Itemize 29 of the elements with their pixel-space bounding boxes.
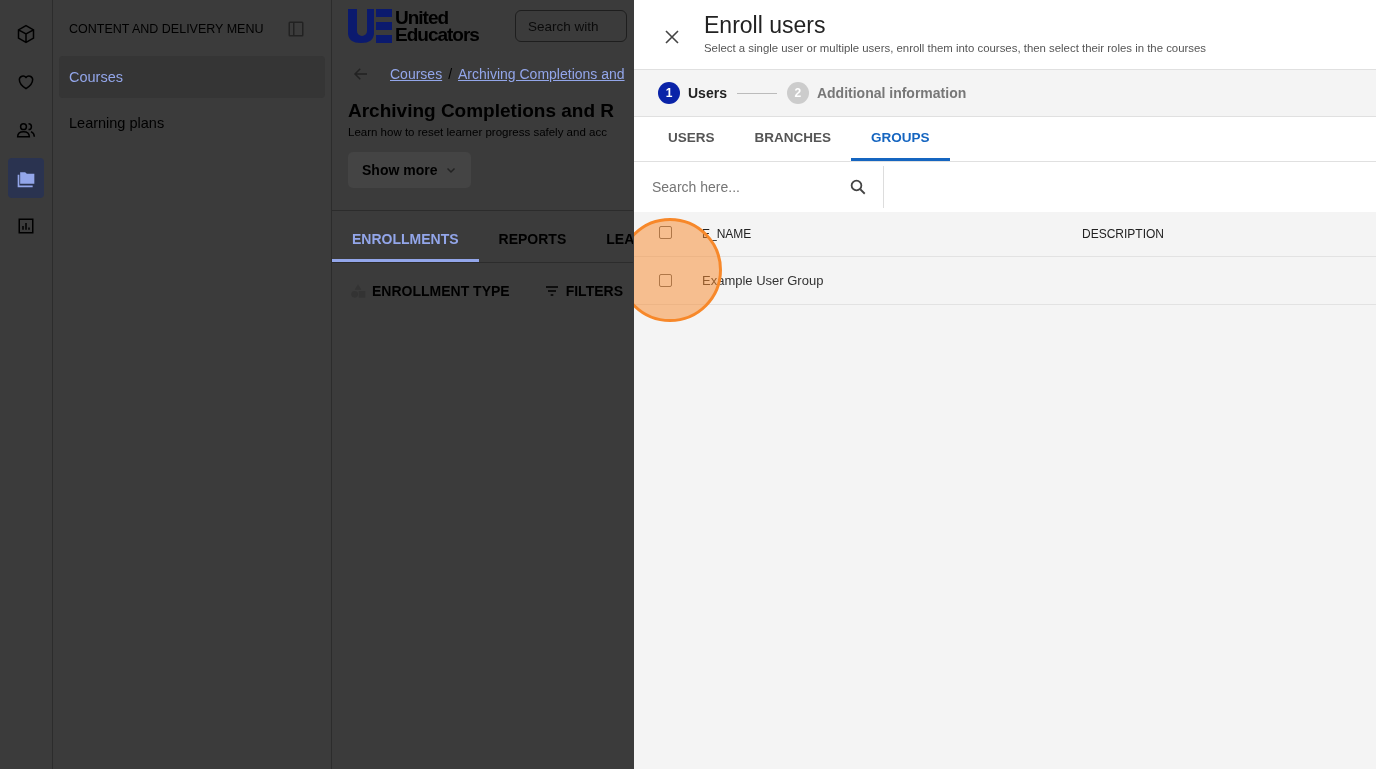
heart-icon [16, 72, 36, 92]
back-arrow-icon[interactable] [352, 65, 370, 83]
logo-text: United Educators [395, 9, 479, 43]
checkbox[interactable] [659, 274, 672, 287]
rail-button[interactable] [8, 158, 44, 198]
tab[interactable]: USERS [648, 117, 735, 161]
cube-icon [16, 24, 36, 44]
step-label: Additional information [816, 85, 967, 101]
step-label: Users [688, 85, 727, 101]
menu-item[interactable]: Courses [59, 56, 325, 98]
people-icon [16, 120, 36, 140]
drawer-subtitle: Select a single user or multiple users, enroll them into courses, then select their roles in the courses [704, 42, 1207, 54]
step-number: 1 [658, 82, 680, 104]
drawer-title: Enroll users [704, 12, 827, 39]
close-icon [664, 29, 680, 45]
filter-icon [543, 283, 560, 299]
course-title: Archiving Completions and R [348, 100, 616, 122]
tab[interactable]: ENROLLMENTS [332, 219, 479, 262]
tab[interactable]: BRANCHES [734, 117, 852, 161]
logo-mark-icon [348, 9, 392, 43]
breadcrumb-link[interactable]: Archiving Completions and [458, 66, 625, 82]
sidebar-toggle-icon[interactable] [287, 20, 305, 38]
column-header: DESCRIPTION [1082, 227, 1164, 241]
search-icon [849, 178, 867, 196]
breadcrumb-link[interactable]: Courses [390, 66, 443, 82]
checkbox[interactable] [659, 225, 672, 239]
chart-icon [17, 217, 35, 235]
breadcrumb-separator: / [448, 66, 453, 82]
menu-title: CONTENT AND DELIVERY MENU [69, 22, 264, 36]
